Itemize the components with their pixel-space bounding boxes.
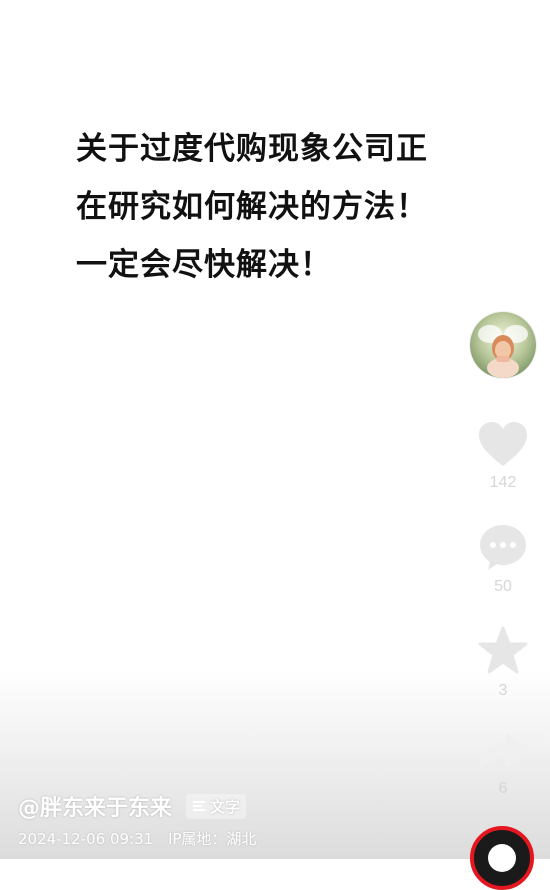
post-text-line-2: 在研究如何解决的方法！ xyxy=(76,189,428,225)
comment-dots-icon xyxy=(480,525,526,570)
like-count: 142 xyxy=(489,474,517,491)
author-name[interactable]: @胖东来于东来 xyxy=(18,790,172,822)
author-avatar[interactable] xyxy=(470,312,536,378)
music-disc-icon[interactable] xyxy=(470,826,534,890)
favorite-action[interactable]: 3 xyxy=(470,626,536,700)
star-icon xyxy=(478,626,528,674)
text-tag[interactable]: 文字 xyxy=(186,793,247,819)
heart-icon xyxy=(479,422,527,466)
comment-count: 50 xyxy=(494,578,512,595)
post-text-block: 关于过度代购现象公司正 在研究如何解决的方法！ 一定会尽快解决！ xyxy=(76,120,476,294)
post-date: 2024-12-06 09:31 xyxy=(18,830,154,848)
ip-location: IP属地：湖北 xyxy=(167,830,257,848)
share-arrow-icon xyxy=(479,733,528,771)
text-lines-icon xyxy=(193,801,206,811)
share-action[interactable]: 6 xyxy=(470,730,536,798)
comment-action[interactable]: 50 xyxy=(470,522,536,596)
share-count: 6 xyxy=(498,780,508,797)
post-text-line-3: 一定会尽快解决！ xyxy=(76,247,332,283)
favorite-count: 3 xyxy=(498,682,508,699)
post-meta: 2024-12-06 09:31 IP属地：湖北 xyxy=(18,828,266,849)
like-action[interactable]: 142 xyxy=(470,420,536,492)
music-disc-label xyxy=(488,844,516,872)
text-tag-label: 文字 xyxy=(210,797,241,816)
video-screen[interactable]: 关于过度代购现象公司正 在研究如何解决的方法！ 一定会尽快解决！ 142 50 … xyxy=(0,0,550,890)
avatar-image xyxy=(470,312,536,378)
author-row: @胖东来于东来 文字 xyxy=(18,790,247,822)
post-text-line-1: 关于过度代购现象公司正 xyxy=(76,131,428,167)
